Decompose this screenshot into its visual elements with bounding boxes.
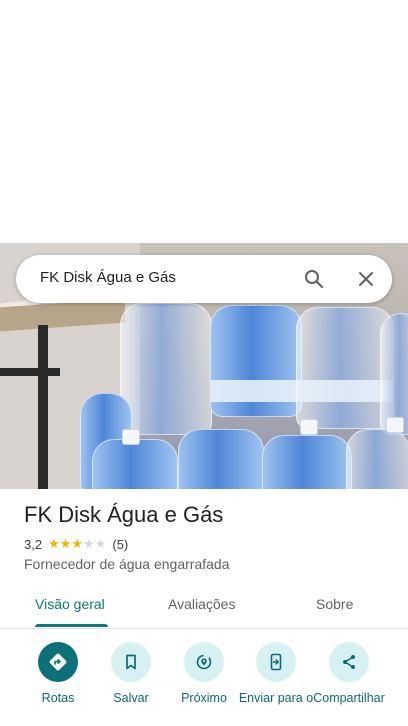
search-input[interactable]: FK Disk Água e Gás: [40, 269, 176, 286]
search-icon[interactable]: [302, 267, 326, 291]
tab-overview[interactable]: Visão geral: [35, 596, 105, 612]
rating-stars: ★★★★★: [48, 536, 106, 552]
rating-value: 3,2: [24, 536, 43, 552]
save-label: Salvar: [113, 691, 149, 705]
active-tab-indicator: [35, 624, 108, 627]
close-icon[interactable]: [354, 267, 378, 291]
share-icon: [329, 642, 369, 682]
photo-jug: [120, 303, 212, 435]
photo-jug: [346, 429, 408, 489]
photo-table-leg: [38, 325, 48, 489]
directions-button[interactable]: Rotas: [18, 640, 98, 705]
star-icon: ★: [83, 536, 95, 551]
photo-table-bar: [0, 368, 60, 376]
nearby-button[interactable]: Próximo: [164, 640, 244, 705]
send-to-phone-label: Enviar para o: [238, 691, 314, 705]
send-to-phone-icon: [256, 642, 296, 682]
photo-jug: [178, 429, 264, 489]
rating-row[interactable]: 3,2 ★★★★★ (5): [24, 536, 128, 552]
save-button[interactable]: Salvar: [91, 640, 171, 705]
star-icon: ★: [59, 536, 72, 551]
nearby-label: Próximo: [181, 691, 227, 705]
photo-jug-cap: [122, 429, 140, 445]
photo-jug-cap: [386, 417, 404, 433]
photo-jug: [262, 435, 352, 489]
bookmark-icon: [111, 642, 151, 682]
star-icon: ★: [94, 536, 107, 551]
star-icon: ★: [48, 536, 60, 551]
place-title: FK Disk Água e Gás: [24, 502, 224, 527]
photo-jug-cap: [300, 419, 318, 435]
photo-jug: [92, 439, 178, 489]
tab-bar: Visão geral Avaliações Sobre: [0, 583, 408, 629]
send-to-phone-button[interactable]: Enviar para o: [236, 640, 316, 719]
photo-jug: [210, 305, 302, 417]
tab-reviews[interactable]: Avaliações: [168, 596, 235, 612]
tab-about[interactable]: Sobre: [316, 596, 353, 612]
star-icon: ★: [71, 536, 84, 551]
place-category: Fornecedor de água engarrafada: [24, 556, 230, 572]
share-button[interactable]: Compartilhar: [309, 640, 389, 719]
directions-label: Rotas: [41, 691, 75, 705]
action-row: Rotas Salvar Próximo Enviar para o Compa…: [0, 640, 408, 726]
directions-icon: [38, 642, 78, 682]
nearby-icon: [184, 642, 224, 682]
search-bar[interactable]: FK Disk Água e Gás: [16, 255, 392, 303]
reviews-count: (5): [112, 536, 129, 552]
share-label: Compartilhar: [313, 691, 385, 705]
